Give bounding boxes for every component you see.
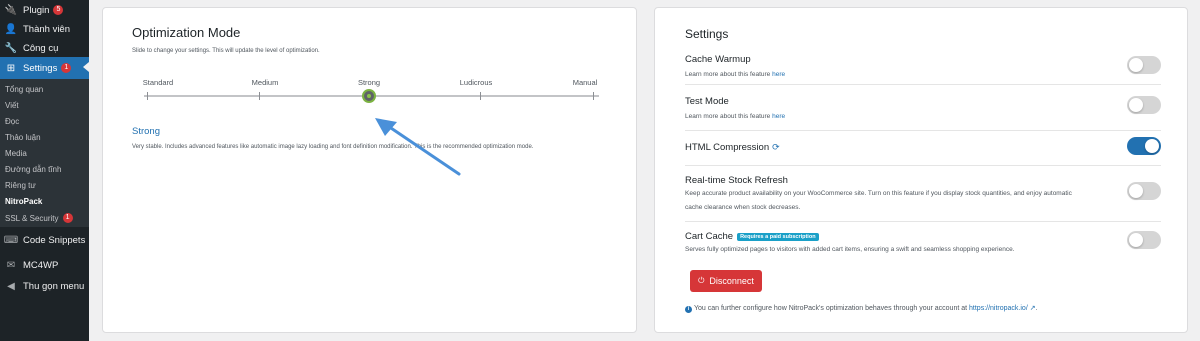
setting-desc: Learn more about this feature here (685, 113, 786, 120)
info-icon: i (685, 306, 692, 313)
setting-desc: Serves fully optimized pages to visitors… (685, 246, 1015, 253)
submenu-item-nitropack[interactable]: NitroPack (5, 197, 42, 206)
settings-icon: ⊞ (6, 62, 16, 74)
submenu-label: SSL & Security (5, 213, 59, 223)
submenu-item[interactable]: Thảo luận (5, 133, 41, 142)
admin-sidebar: 🔌 Plugin 5 👤 Thành viên 🔧 Công cụ ⊞ Sett… (0, 0, 89, 341)
menu-label: Thu gọn menu (23, 280, 85, 292)
submenu-item[interactable]: Tổng quan (5, 85, 43, 94)
collapse-icon: ◀ (7, 280, 15, 292)
menu-item-settings[interactable]: ⊞ Settings 1 (0, 57, 89, 79)
menu-label: Settings (23, 62, 58, 74)
menu-label: Thành viên (23, 23, 71, 35)
menu-label: Plugin (23, 4, 50, 16)
slider-tick (147, 92, 148, 100)
html-compression-toggle[interactable] (1127, 137, 1161, 155)
level-strong[interactable]: Strong (358, 78, 380, 87)
setting-row-stock-refresh: Real-time Stock Refresh Keep accurate pr… (685, 175, 1161, 215)
selected-mode-description: Very stable. Includes advanced features … (132, 144, 534, 150)
selected-mode-name: Strong (132, 126, 160, 137)
disconnect-button[interactable]: ⏻ Disconnect (690, 270, 762, 292)
divider (685, 165, 1161, 166)
submenu-item[interactable]: Viết (5, 101, 19, 110)
optimization-mode-panel: Optimization Mode Slide to change your s… (102, 7, 637, 333)
code-icon: ⌨ (3, 234, 19, 246)
level-ludicrous[interactable]: Ludicrous (460, 78, 493, 87)
slider-knob[interactable] (362, 89, 376, 103)
divider (685, 130, 1161, 131)
cart-cache-toggle[interactable] (1127, 231, 1161, 249)
menu-item-code-snippets[interactable]: ⌨ Code Snippets (0, 230, 89, 250)
slider-tick (259, 92, 260, 100)
divider (685, 221, 1161, 222)
divider (685, 84, 1161, 85)
learn-more-link[interactable]: here (772, 113, 785, 120)
setting-desc: Learn more about this feature here (685, 71, 786, 78)
submenu-item[interactable]: Đọc (5, 117, 19, 126)
setting-title: Cache Warmup (685, 54, 751, 65)
users-icon: 👤 (4, 23, 18, 35)
collapse-menu-button[interactable]: ◀ Thu gọn menu (0, 276, 89, 296)
settings-badge: 1 (61, 63, 72, 73)
test-mode-toggle[interactable] (1127, 96, 1161, 114)
setting-desc: Keep accurate product availability on yo… (685, 190, 1072, 211)
panel-subtitle: Slide to change your settings. This will… (132, 48, 320, 54)
menu-label: MC4WP (23, 259, 59, 271)
setting-row-test-mode: Test Mode Learn more about this feature … (685, 96, 1161, 124)
menu-item-users[interactable]: 👤 Thành viên (0, 19, 89, 39)
settings-submenu: Tổng quan Viết Đọc Thảo luận Media Đường… (0, 79, 89, 227)
level-standard[interactable]: Standard (143, 78, 173, 87)
setting-title: Cart Cache (685, 231, 734, 242)
menu-label: Công cụ (23, 42, 59, 54)
menu-item-tools[interactable]: 🔧 Công cụ (0, 38, 89, 58)
stock-refresh-toggle[interactable] (1127, 182, 1161, 200)
external-link-icon: ↗ (1027, 305, 1036, 312)
setting-row-cache-warmup: Cache Warmup Learn more about this featu… (685, 54, 1161, 82)
settings-panel: Settings Cache Warmup Learn more about t… (654, 7, 1188, 333)
slider-tick (480, 92, 481, 100)
submenu-item[interactable]: Riêng tư (5, 181, 36, 190)
disconnect-label: Disconnect (709, 276, 754, 286)
submenu-item[interactable]: Media (5, 149, 27, 158)
plugin-badge: 5 (53, 5, 64, 15)
power-icon: ⏻ (698, 276, 705, 285)
setting-row-html-compression: HTML Compression ⟳ (685, 137, 1161, 155)
setting-title: Test Mode (685, 96, 729, 107)
slider-tick (593, 92, 594, 100)
panel-title: Optimization Mode (132, 25, 241, 40)
paid-subscription-badge: Requires a paid subscription (737, 232, 819, 241)
refresh-icon[interactable]: ⟳ (772, 142, 780, 153)
wrench-icon: 🔧 (4, 42, 18, 54)
level-medium[interactable]: Medium (252, 78, 279, 87)
learn-more-link[interactable]: here (772, 71, 785, 78)
setting-title: HTML Compression (685, 142, 770, 153)
mail-icon: ✉ (6, 259, 16, 271)
menu-item-plugin[interactable]: 🔌 Plugin 5 (0, 0, 89, 20)
nitropack-link[interactable]: https://nitropack.io/ (969, 305, 1028, 312)
annotation-arrow-icon (375, 118, 461, 176)
menu-item-mc4wp[interactable]: ✉ MC4WP (0, 255, 89, 275)
footer-note: i You can further configure how NitroPack… (685, 304, 1038, 313)
cache-warmup-toggle[interactable] (1127, 56, 1161, 74)
panel-title: Settings (685, 27, 729, 41)
setting-title: Real-time Stock Refresh (685, 175, 788, 186)
plug-icon: 🔌 (4, 4, 18, 16)
setting-title-wrap: HTML Compression ⟳ (685, 142, 1161, 153)
setting-title-wrap: Cart Cache Requires a paid subscription (685, 231, 1161, 242)
menu-label: Code Snippets (23, 234, 86, 246)
setting-row-cart-cache: Cart Cache Requires a paid subscription … (685, 231, 1161, 257)
submenu-item-ssl[interactable]: SSL & Security 1 (5, 213, 73, 223)
ssl-badge: 1 (62, 213, 73, 223)
submenu-item[interactable]: Đường dẫn tĩnh (5, 165, 61, 174)
level-manual[interactable]: Manual (573, 78, 598, 87)
